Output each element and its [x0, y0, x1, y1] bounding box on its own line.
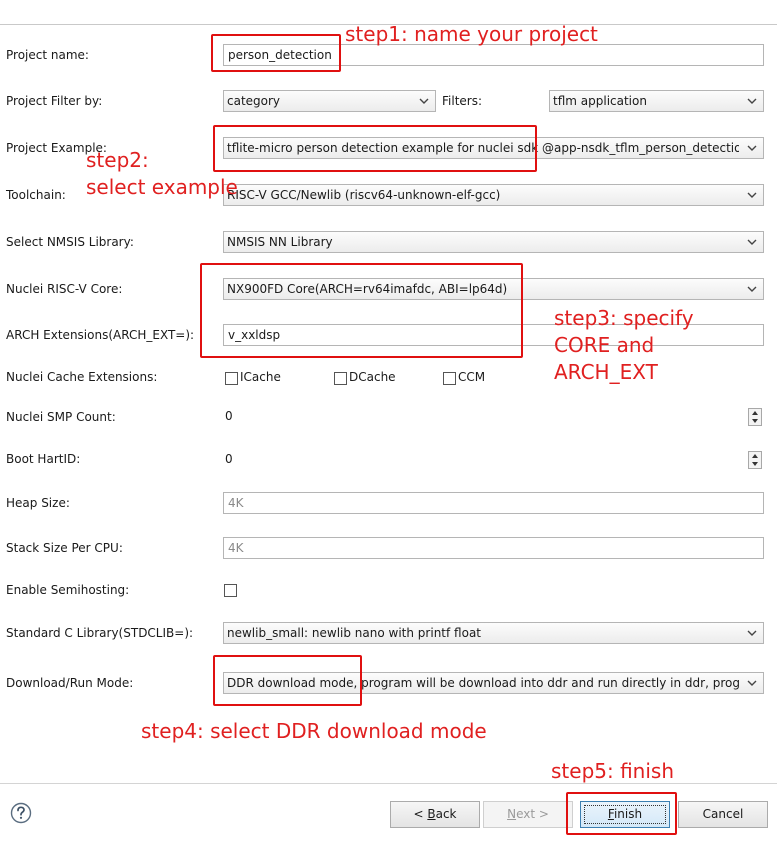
arch-ext-label: ARCH Extensions(ARCH_EXT=):	[6, 328, 195, 342]
ccm-label: CCM	[458, 370, 486, 384]
toolchain-combo[interactable]: RISC-V GCC/Newlib (riscv64-unknown-elf-g…	[223, 184, 764, 206]
step1-highlight-box	[211, 34, 341, 72]
step3-annotation-line2: CORE and	[554, 333, 655, 357]
chevron-down-icon	[747, 286, 757, 292]
project-name-label: Project name:	[6, 48, 89, 62]
project-filter-label: Project Filter by:	[6, 94, 103, 108]
step3-annotation-line3: ARCH_EXT	[554, 360, 658, 384]
semihosting-checkbox[interactable]	[224, 584, 237, 597]
nmsis-library-label: Select NMSIS Library:	[6, 235, 134, 249]
step4-annotation: step4: select DDR download mode	[141, 719, 487, 743]
chevron-down-icon	[419, 98, 429, 104]
step2-annotation-line1: step2:	[86, 148, 149, 172]
ccm-checkbox[interactable]	[443, 372, 456, 385]
dcache-checkbox[interactable]	[334, 372, 347, 385]
smp-count-spinner[interactable]	[748, 408, 762, 426]
step1-annotation: step1: name your project	[345, 22, 598, 46]
next-button[interactable]: Next >	[483, 801, 573, 828]
step2-annotation-line2: select example	[86, 175, 238, 199]
download-mode-label: Download/Run Mode:	[6, 676, 134, 690]
spinner-arrows-icon	[752, 411, 758, 423]
next-mnemonic: N	[507, 807, 517, 821]
back-mnemonic: B	[427, 807, 436, 821]
smp-count-input[interactable]: 0	[223, 407, 745, 427]
stdclib-value: newlib_small: newlib nano with printf fl…	[227, 626, 481, 640]
nmsis-library-combo[interactable]: NMSIS NN Library	[223, 231, 764, 253]
filters-value: tflm application	[553, 94, 647, 108]
help-icon[interactable]	[10, 802, 32, 824]
core-label: Nuclei RISC-V Core:	[6, 282, 123, 296]
nmsis-library-value: NMSIS NN Library	[227, 235, 333, 249]
step5-highlight-box	[566, 792, 677, 835]
step4-highlight-box	[213, 655, 362, 706]
step3-highlight-box	[200, 263, 523, 358]
heap-size-input[interactable]: 4K	[223, 492, 764, 514]
boot-hartid-spinner[interactable]	[748, 451, 762, 469]
stdclib-label: Standard C Library(STDCLIB=):	[6, 626, 194, 640]
back-prefix: <	[413, 807, 428, 821]
cache-label: Nuclei Cache Extensions:	[6, 370, 158, 384]
spinner-arrows-icon	[752, 454, 758, 466]
step3-annotation-line1: step3: specify	[554, 306, 694, 330]
step2-highlight-box	[213, 125, 537, 172]
next-rest: ext >	[516, 807, 549, 821]
toolchain-label: Toolchain:	[6, 188, 66, 202]
back-button[interactable]: < Back	[390, 801, 480, 828]
semihosting-label: Enable Semihosting:	[6, 583, 130, 597]
stack-size-label: Stack Size Per CPU:	[6, 541, 123, 555]
stack-size-input[interactable]: 4K	[223, 537, 764, 559]
cancel-button[interactable]: Cancel	[678, 801, 768, 828]
boot-hartid-label: Boot HartID:	[6, 452, 81, 466]
boot-hartid-input[interactable]: 0	[223, 450, 745, 470]
chevron-down-icon	[747, 192, 757, 198]
icache-checkbox[interactable]	[225, 372, 238, 385]
chevron-down-icon	[747, 680, 757, 686]
step5-annotation: step5: finish	[551, 759, 675, 783]
chevron-down-icon	[747, 239, 757, 245]
dcache-label: DCache	[349, 370, 396, 384]
filters-combo[interactable]: tflm application	[549, 90, 764, 112]
filters-label: Filters:	[442, 94, 483, 108]
stdclib-combo[interactable]: newlib_small: newlib nano with printf fl…	[223, 622, 764, 644]
chevron-down-icon	[747, 98, 757, 104]
smp-count-label: Nuclei SMP Count:	[6, 410, 116, 424]
project-filter-value: category	[227, 94, 281, 108]
chevron-down-icon	[747, 630, 757, 636]
back-rest: ack	[435, 807, 457, 821]
toolchain-value: RISC-V GCC/Newlib (riscv64-unknown-elf-g…	[227, 188, 501, 202]
chevron-down-icon	[747, 145, 757, 151]
heap-size-label: Heap Size:	[6, 496, 70, 510]
project-filter-combo[interactable]: category	[223, 90, 436, 112]
icache-label: ICache	[240, 370, 281, 384]
